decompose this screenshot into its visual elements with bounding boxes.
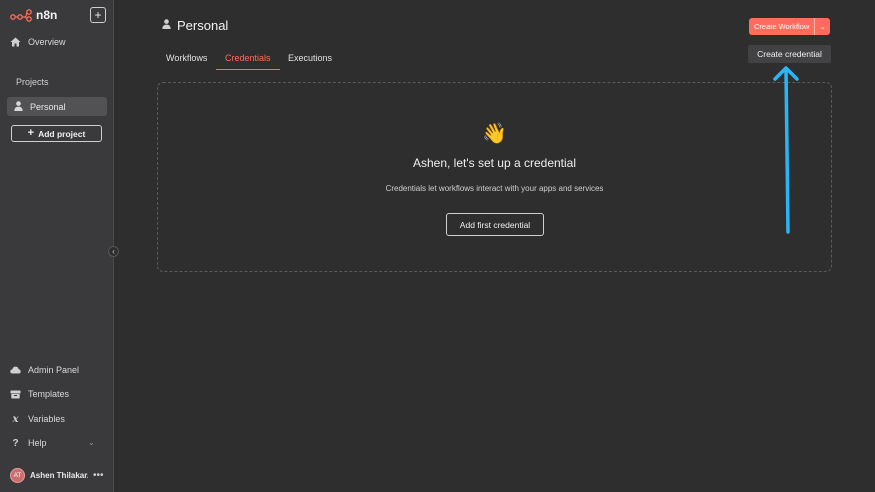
create-credential-menu-item[interactable]: Create credential xyxy=(748,45,831,63)
cloud-icon xyxy=(10,365,21,376)
tab-credentials[interactable]: Credentials xyxy=(216,53,280,70)
add-first-credential-button[interactable]: Add first credential xyxy=(446,213,544,236)
tab-workflows[interactable]: Workflows xyxy=(166,53,207,69)
page-title-text: Personal xyxy=(177,18,229,33)
user-icon xyxy=(14,100,23,113)
page-title: Personal xyxy=(162,18,228,33)
sidebar-item-label: Help xyxy=(28,438,47,448)
sidebar-item-templates[interactable]: Templates xyxy=(10,385,69,403)
sidebar: n8n + Overview Projects Personal + Add p… xyxy=(0,0,114,492)
avatar: AT xyxy=(10,467,25,483)
sidebar-item-label: Admin Panel xyxy=(28,365,80,375)
empty-state-container: 👋 Ashen, let's set up a credential Crede… xyxy=(157,82,832,272)
chevron-down-icon[interactable]: ⌄ xyxy=(88,438,95,447)
user-name: Ashen Thilakar... xyxy=(30,470,88,480)
sidebar-item-help[interactable]: ? Help xyxy=(10,434,47,452)
plus-icon: + xyxy=(27,127,35,139)
sidebar-item-label: Templates xyxy=(28,389,70,399)
chevron-down-icon[interactable]: ⌄ xyxy=(814,18,831,35)
sidebar-item-label: Variables xyxy=(28,414,65,424)
empty-state-description: Credentials let workflows interact with … xyxy=(385,184,604,193)
question-icon: ? xyxy=(12,437,19,449)
more-icon[interactable]: ••• xyxy=(93,470,104,481)
projects-section-title: Projects xyxy=(16,77,49,87)
sidebar-item-admin-panel[interactable]: Admin Panel xyxy=(10,361,79,379)
create-workflow-button[interactable]: Create Workflow xyxy=(749,18,815,35)
sidebar-item-personal[interactable]: Personal xyxy=(7,97,107,116)
new-button[interactable]: + xyxy=(90,7,106,23)
empty-state-title: Ashen, let's set up a credential xyxy=(412,156,577,170)
tab-executions[interactable]: Executions xyxy=(288,53,332,69)
n8n-logo[interactable]: n8n xyxy=(10,8,57,22)
add-project-label: Add project xyxy=(38,128,86,139)
user-icon xyxy=(162,19,171,32)
add-project-button[interactable]: + Add project xyxy=(11,125,102,142)
sidebar-item-label: Overview xyxy=(28,37,66,47)
home-icon xyxy=(10,37,21,48)
variable-icon: x xyxy=(12,413,19,425)
create-workflow-button-group: Create Workflow ⌄ xyxy=(749,18,831,35)
collapse-sidebar-icon[interactable]: ‹ xyxy=(108,246,119,257)
user-menu[interactable]: AT Ashen Thilakar... ••• xyxy=(10,466,106,484)
sidebar-item-label: Personal xyxy=(30,101,66,112)
sidebar-item-overview[interactable]: Overview xyxy=(10,33,66,51)
box-icon xyxy=(10,389,21,400)
sidebar-item-variables[interactable]: x Variables xyxy=(10,410,65,428)
waving-hand-icon: 👋 xyxy=(482,123,507,145)
n8n-logo-icon xyxy=(10,9,32,22)
logo-text: n8n xyxy=(36,8,58,22)
